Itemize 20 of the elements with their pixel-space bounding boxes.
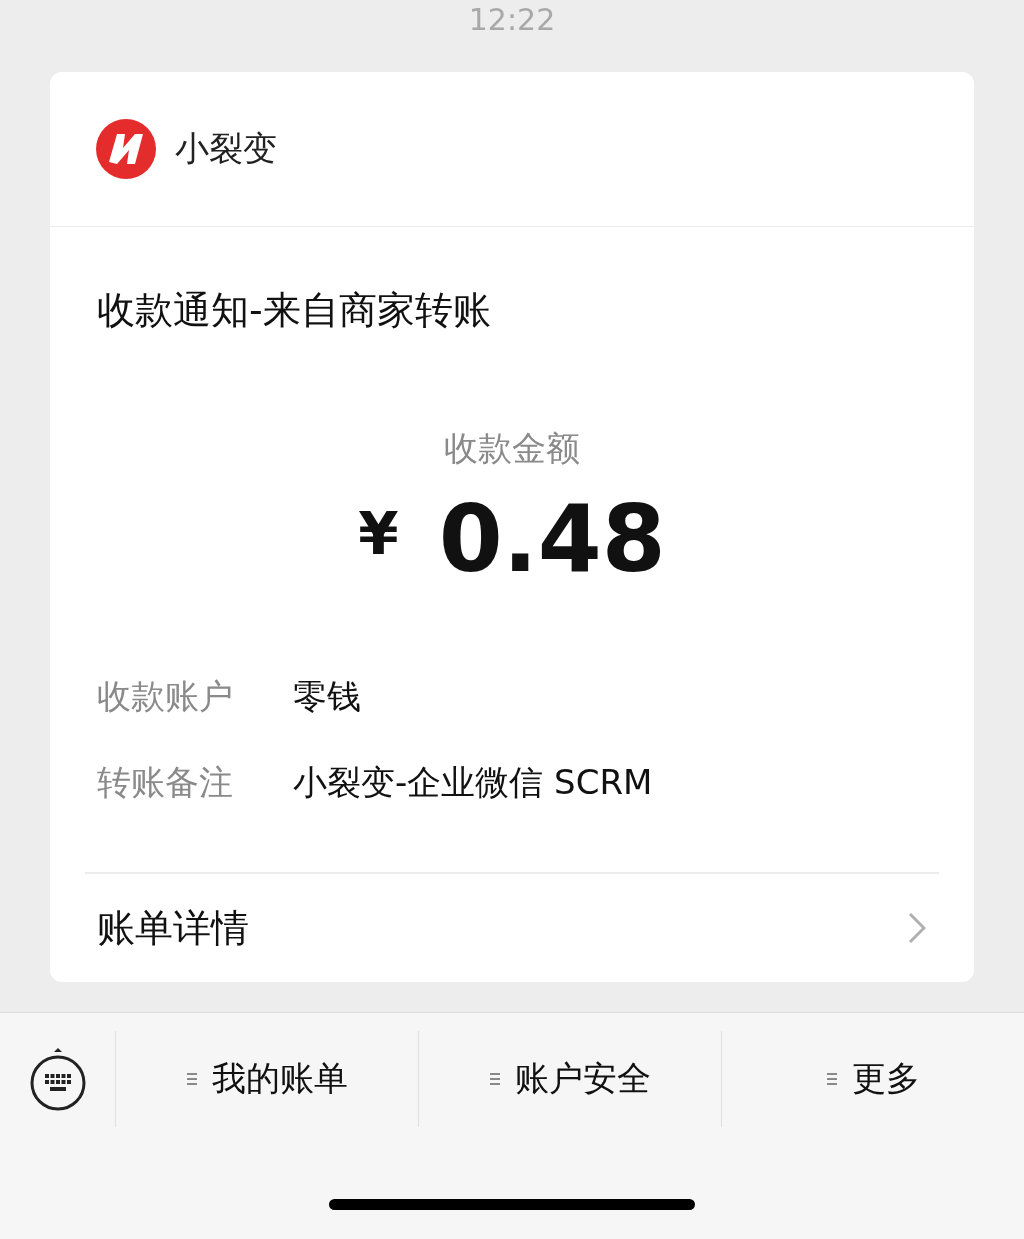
keyboard-icon[interactable] xyxy=(28,1046,87,1112)
menu-icon xyxy=(186,1072,198,1086)
detail-label: 收款账户 xyxy=(97,675,234,718)
status-time: 12:22 xyxy=(468,1,556,39)
detail-label: 转账备注 xyxy=(97,761,234,804)
brand-name: 小裂变 xyxy=(175,127,277,170)
logo-icon xyxy=(95,118,157,180)
menu-button[interactable]: 更多 xyxy=(722,1031,1024,1127)
menu-button[interactable]: 账户安全 xyxy=(419,1031,722,1127)
chevron-icon xyxy=(908,912,926,944)
menu-icon xyxy=(489,1072,501,1086)
menu-icon xyxy=(826,1072,838,1086)
detail-value: 小裂变-企业微信 SCRM xyxy=(293,761,654,804)
notification-title: 收款通知-来自商家转账 xyxy=(96,287,491,334)
menu-button[interactable]: 我的账单 xyxy=(116,1031,419,1127)
detail-value: 零钱 xyxy=(293,675,362,718)
bill-details-link[interactable]: 账单详情 xyxy=(50,874,974,982)
currency-symbol: ¥ xyxy=(358,500,399,568)
amount-value: 0.48 xyxy=(438,494,666,586)
amount-label: 收款金额 xyxy=(444,427,580,470)
